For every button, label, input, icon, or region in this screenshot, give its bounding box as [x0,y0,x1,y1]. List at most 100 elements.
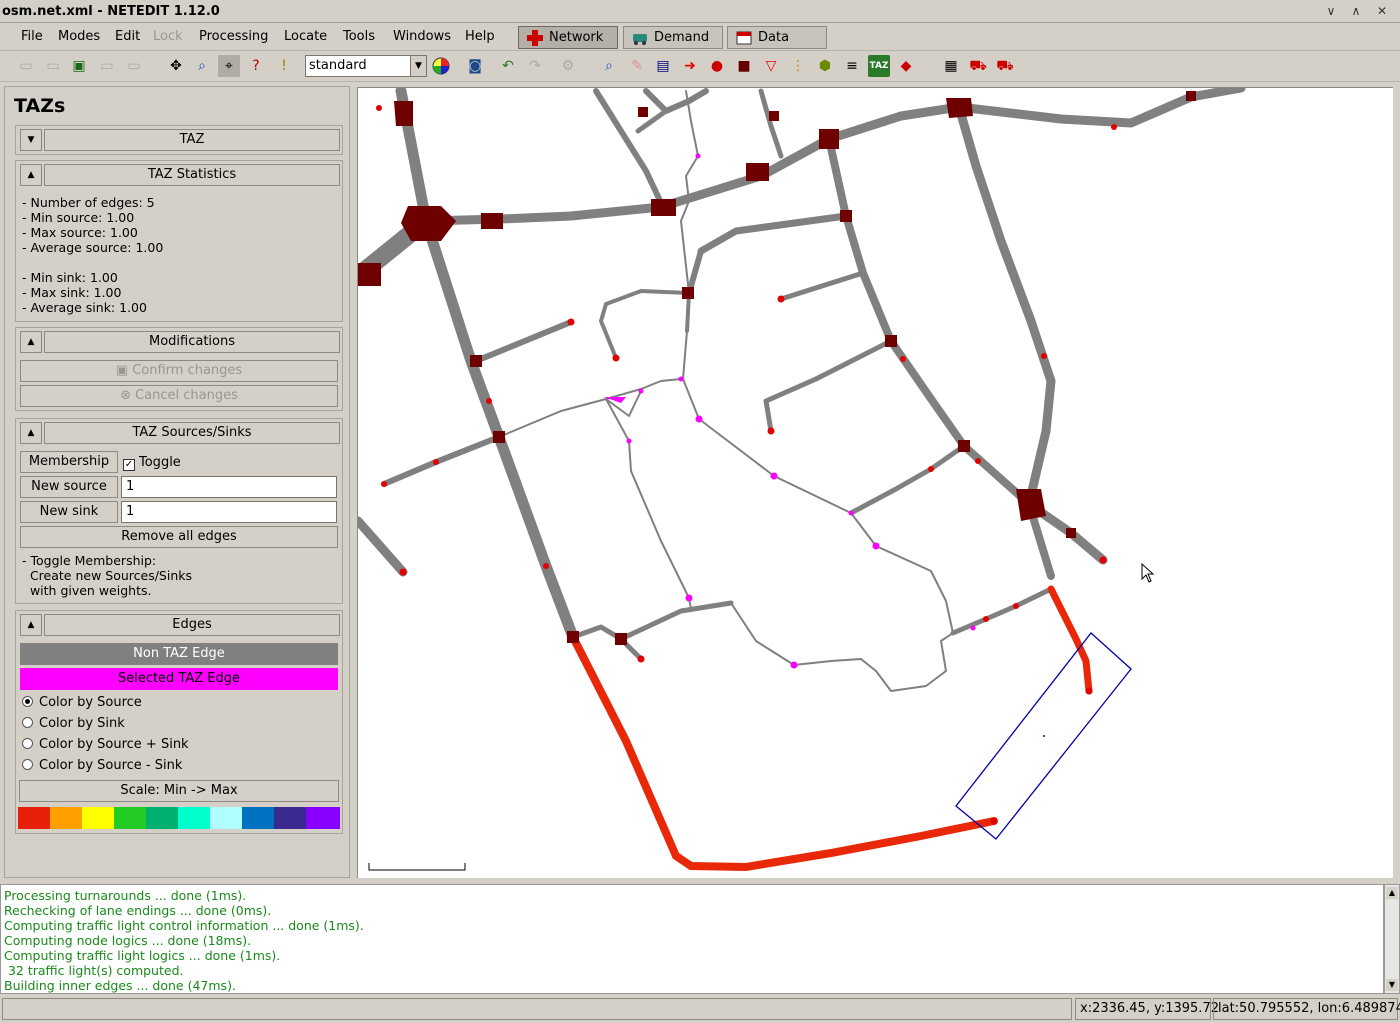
map-scrollbar[interactable] [1393,87,1400,878]
junction[interactable] [819,129,839,149]
end-node[interactable] [1013,603,1019,609]
road-edge[interactable] [758,88,784,159]
taz-node[interactable] [678,376,684,382]
taz-node[interactable] [685,594,693,602]
taz-mode-icon[interactable]: TAZ [868,55,890,77]
end-node[interactable] [486,398,492,404]
open-network-icon[interactable]: ▭ [42,55,64,77]
junction[interactable] [1066,528,1076,538]
move-mode-icon[interactable]: ➜ [679,55,701,77]
statistics-collapse-button[interactable]: ▲ [20,164,42,186]
menu-lock[interactable]: Lock [153,29,183,44]
end-node[interactable] [381,481,387,487]
new-source-field[interactable]: 1 [121,476,337,498]
menu-windows[interactable]: Windows [393,29,451,44]
close-button[interactable]: ✕ [1372,2,1392,20]
road-edge[interactable] [358,516,408,577]
road-edge[interactable] [643,88,709,114]
end-node[interactable] [1041,353,1047,359]
compute-icon[interactable]: ⚙ [557,55,579,77]
new-sink-button[interactable]: New sink [20,501,118,523]
view-scheme-select[interactable]: standard ▼ [305,55,427,77]
road-edge[interactable] [697,212,850,255]
end-node[interactable] [1099,556,1107,564]
taz-node[interactable] [695,153,701,159]
junction[interactable] [481,213,503,229]
grid-icon[interactable]: ▦ [940,55,962,77]
network-map-canvas[interactable] [357,87,1393,878]
demand-mode-button[interactable]: Demand [623,26,723,49]
save-as-icon[interactable]: ▭ [96,55,118,77]
color-by-sink-radio[interactable]: Color by Sink [22,716,125,731]
road-edge[interactable] [498,378,682,438]
save-all-icon[interactable]: ▭ [123,55,145,77]
taz-node[interactable] [970,625,976,631]
toggle-checkbox[interactable]: ✓ Toggle [123,455,181,471]
connection-mode-icon[interactable]: ● [706,55,728,77]
junction[interactable] [638,107,648,117]
taz-edges[interactable] [569,585,1093,872]
taz-node[interactable] [790,661,798,669]
wire-mode-icon[interactable]: ≡ [841,55,863,77]
road-edge[interactable] [381,434,502,487]
data-mode-button[interactable]: Data [727,26,827,49]
zoom-icon[interactable]: ⌕ [191,55,213,77]
color-by-source-radio[interactable]: Color by Source [22,695,142,710]
road-edge[interactable] [848,443,981,516]
edges-collapse-button[interactable]: ▲ [20,614,42,636]
end-node[interactable] [983,616,989,622]
menu-tools[interactable]: Tools [343,29,375,44]
end-node[interactable] [1111,124,1117,130]
new-source-button[interactable]: New source [20,476,118,498]
road-edge[interactable] [763,338,906,434]
road-edge[interactable] [395,88,579,643]
recenter-view-icon[interactable]: ✥ [165,55,187,77]
scroll-down-icon[interactable]: ▼ [1386,979,1398,991]
log-scrollbar[interactable]: ▲ ▼ [1384,884,1400,994]
junction[interactable] [769,111,779,121]
scroll-up-icon[interactable]: ▲ [1386,887,1398,899]
taz-node[interactable] [695,415,703,423]
menu-locate[interactable]: Locate [284,29,327,44]
undo-icon[interactable]: ↶ [497,55,519,77]
select-mode-icon[interactable]: ▤ [652,55,674,77]
menu-help[interactable]: Help [465,29,495,44]
modifications-collapse-button[interactable]: ▲ [20,331,42,353]
inspect-icon[interactable]: ? [245,55,267,77]
end-node[interactable] [928,466,934,472]
color-wheel-icon[interactable] [432,57,450,75]
taz-edge[interactable] [1047,585,1093,695]
inspect-mode-icon[interactable]: ⌕ [598,55,620,77]
junction[interactable] [567,631,579,643]
taz-node[interactable] [848,510,854,516]
end-node[interactable] [767,427,775,435]
taz-node[interactable] [770,472,778,480]
network-map[interactable] [358,88,1393,878]
shape-mode-icon[interactable]: ◆ [895,55,917,77]
junction[interactable] [840,210,852,222]
color-by-source-plus-sink-radio[interactable]: Color by Source + Sink [22,737,189,752]
end-node[interactable] [1085,687,1093,695]
minimize-button[interactable]: ∨ [1321,2,1341,20]
road-edge[interactable] [682,330,954,692]
road-edge[interactable] [605,398,692,610]
road-edge[interactable] [778,270,866,302]
vehicle-route-icon[interactable]: ⛟ [994,55,1016,77]
road-edge[interactable] [599,289,691,360]
color-by-source-minus-sink-radio[interactable]: Color by Source - Sink [22,758,182,773]
maximize-button[interactable]: ∧ [1346,2,1366,20]
junction[interactable] [946,98,973,118]
end-node[interactable] [990,817,998,825]
road-edge[interactable] [954,102,1056,509]
junction[interactable] [1186,91,1196,101]
cancel-changes-button[interactable]: ⊗ Cancel changes [20,385,338,407]
junction[interactable] [470,355,482,367]
vehicle-icon[interactable]: ⛟ [967,55,989,77]
end-node[interactable] [433,459,439,465]
new-network-icon[interactable]: ▭ [15,55,37,77]
end-node[interactable] [900,356,906,362]
taz-node[interactable] [626,438,632,444]
scale-button[interactable]: Scale: Min -> Max [19,780,339,802]
menu-modes[interactable]: Modes [58,29,100,44]
road-edge[interactable] [950,586,1054,636]
